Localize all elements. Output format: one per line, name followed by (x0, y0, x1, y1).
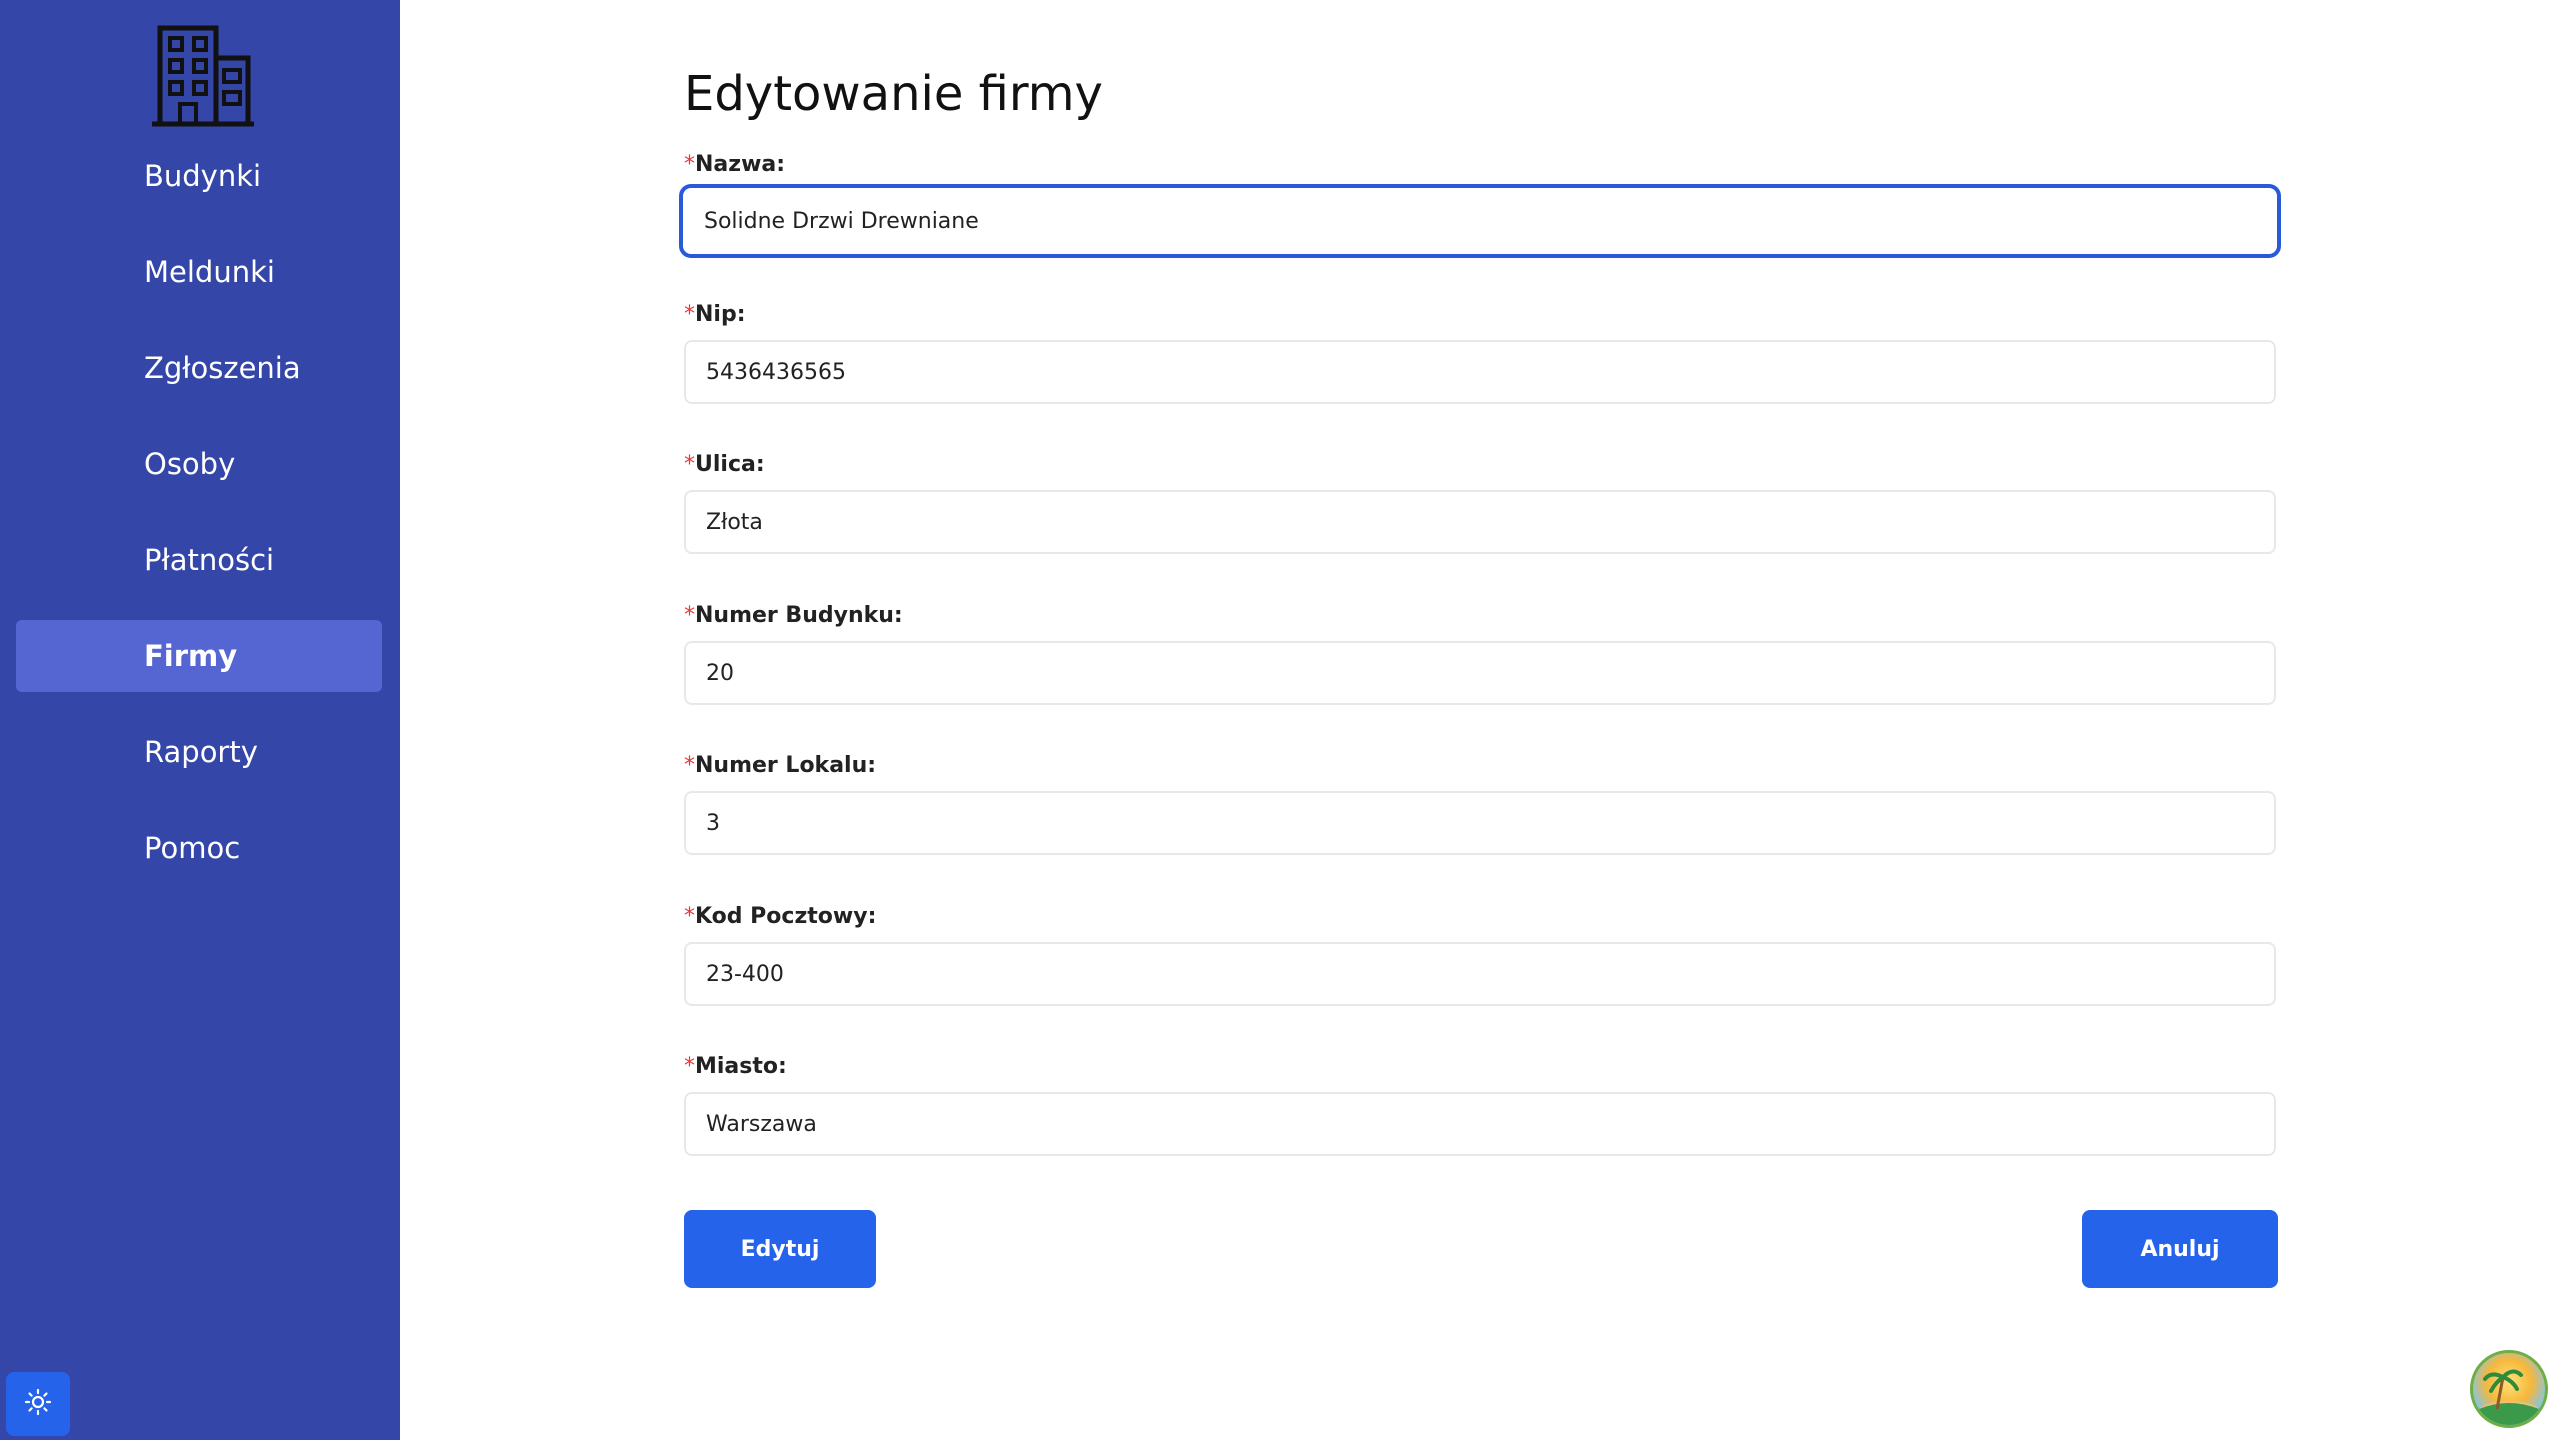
required-marker: * (684, 152, 695, 177)
street-input[interactable] (684, 490, 2276, 554)
sidebar-item-meldunki[interactable]: Meldunki (16, 236, 382, 308)
nip-input[interactable] (684, 340, 2276, 404)
theme-toggle-button[interactable] (6, 1372, 70, 1436)
required-marker: * (684, 452, 695, 477)
sidebar-item-osoby[interactable]: Osoby (16, 428, 382, 500)
sidebar-item-budynki[interactable]: Budynki (16, 140, 382, 212)
required-marker: * (684, 302, 695, 327)
required-marker: * (684, 753, 695, 778)
nip-label: *Nip: (684, 302, 746, 327)
sidebar-item-raporty[interactable]: Raporty (16, 716, 382, 788)
sidebar-item-firmy[interactable]: Firmy (16, 620, 382, 692)
page-title: Edytowanie firmy (684, 66, 1103, 122)
required-marker: * (684, 904, 695, 929)
postal-code-label: *Kod Pocztowy: (684, 904, 877, 929)
required-marker: * (684, 1054, 695, 1079)
building-icon (150, 22, 254, 128)
name-label: *Nazwa: (684, 152, 786, 177)
app: Budynki Meldunki Zgłoszenia Osoby Płatno… (0, 0, 2560, 1440)
edit-button[interactable]: Edytuj (684, 1210, 876, 1288)
street-label: *Ulica: (684, 452, 765, 477)
required-marker: * (684, 603, 695, 628)
sidebar-item-zgloszenia[interactable]: Zgłoszenia (16, 332, 382, 404)
city-input[interactable] (684, 1092, 2276, 1156)
name-input[interactable] (679, 184, 2281, 258)
building-number-label: *Numer Budynku: (684, 603, 903, 628)
sun-icon (24, 1388, 52, 1420)
sidebar: Budynki Meldunki Zgłoszenia Osoby Płatno… (0, 0, 400, 1440)
beach-avatar-icon[interactable] (2470, 1350, 2548, 1428)
city-label: *Miasto: (684, 1054, 787, 1079)
main-content: Edytowanie firmy *Nazwa: *Nip: *Ulica: *… (400, 0, 2560, 1440)
building-number-input[interactable] (684, 641, 2276, 705)
postal-code-input[interactable] (684, 942, 2276, 1006)
unit-number-label: *Numer Lokalu: (684, 753, 877, 778)
sidebar-item-pomoc[interactable]: Pomoc (16, 812, 382, 884)
cancel-button[interactable]: Anuluj (2082, 1210, 2278, 1288)
sidebar-item-platnosci[interactable]: Płatności (16, 524, 382, 596)
unit-number-input[interactable] (684, 791, 2276, 855)
